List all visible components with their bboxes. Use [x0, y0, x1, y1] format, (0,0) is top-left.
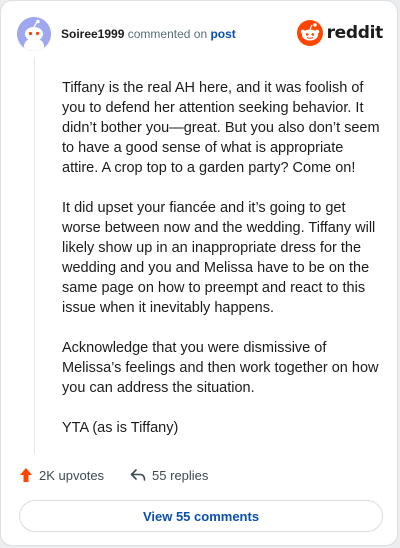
comment-paragraph: Acknowledge that you were dismissive of … — [62, 340, 379, 396]
reddit-wordmark: reddit — [326, 23, 384, 43]
comment-paragraph: YTA (as is Tiffany) — [62, 420, 179, 436]
username-link[interactable]: Soiree1999 — [61, 27, 124, 41]
commented-on-text: commented on — [127, 27, 208, 41]
replies-button[interactable]: 55 replies — [130, 468, 208, 483]
comment-body: Tiffany is the real AH here, and it was … — [62, 78, 380, 458]
view-comments-button[interactable]: View 55 comments — [19, 500, 383, 532]
comment-header: Soiree1999 commented on post reddit — [17, 17, 383, 51]
reply-arrow-icon — [130, 469, 146, 481]
upvote-button[interactable]: 2K upvotes — [19, 467, 104, 483]
thread-line — [34, 57, 35, 454]
comment-meta: Soiree1999 commented on post — [61, 27, 236, 41]
user-avatar-icon[interactable] — [17, 17, 51, 51]
reddit-snoo-icon — [296, 20, 323, 46]
comment-actions: 2K upvotes 55 replies — [19, 467, 208, 483]
post-link[interactable]: post — [210, 27, 235, 41]
upvote-count: 2K upvotes — [39, 467, 105, 483]
comment-paragraph: Tiffany is the real AH here, and it was … — [62, 80, 380, 176]
replies-count: 55 replies — [152, 467, 209, 483]
comment-card: Soiree1999 commented on post reddit Tiff… — [0, 0, 398, 546]
comment-paragraph: It did upset your fiancée and it’s going… — [62, 200, 376, 316]
upvote-arrow-icon — [20, 468, 32, 482]
reddit-logo[interactable]: reddit — [296, 20, 384, 46]
